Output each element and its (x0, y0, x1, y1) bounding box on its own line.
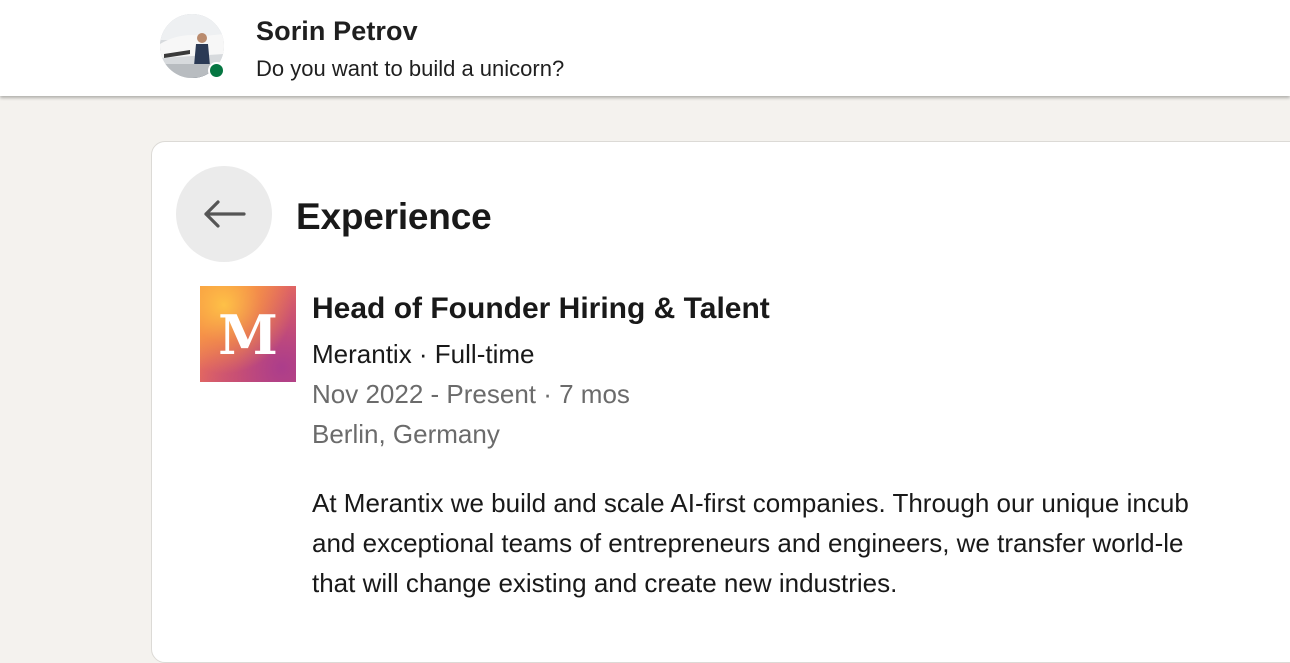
job-location: Berlin, Germany (312, 419, 500, 449)
company-employment-type[interactable]: Merantix · Full-time (312, 339, 534, 370)
back-button[interactable] (176, 166, 272, 262)
online-status-indicator (208, 62, 225, 79)
section-title: Experience (296, 196, 492, 237)
profile-topbar: Sorin Petrov Do you want to build a unic… (0, 0, 1290, 96)
job-description: At Merantix we build and scale AI-first … (312, 483, 1290, 603)
description-line: that will change existing and create new… (312, 568, 898, 598)
company-logo-letter: M (218, 303, 278, 367)
profile-headline: Do you want to build a unicorn? (256, 56, 565, 81)
company-logo[interactable]: M (200, 286, 296, 382)
arrow-left-icon (204, 200, 246, 228)
job-title: Head of Founder Hiring & Talent (312, 292, 770, 325)
profile-avatar-container[interactable] (160, 14, 225, 79)
employment-dates: Nov 2022 - Present · 7 mos (312, 379, 630, 409)
description-line: and exceptional teams of entrepreneurs a… (312, 528, 1184, 558)
description-line: At Merantix we build and scale AI-first … (312, 488, 1189, 518)
profile-name[interactable]: Sorin Petrov (256, 16, 418, 47)
